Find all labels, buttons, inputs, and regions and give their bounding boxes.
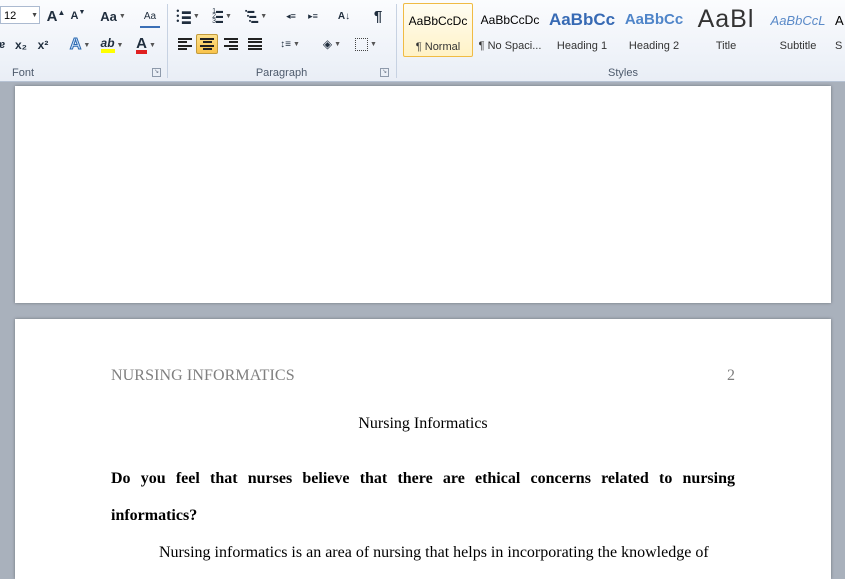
style-name: Heading 1 [556,40,608,52]
decrease-indent-icon: ◂≡ [286,10,296,21]
shrink-font-button[interactable]: A ▼ [68,6,88,26]
style-sample: AaBl [697,5,755,33]
highlight-button[interactable]: ab ▼ [97,35,127,55]
numbering-button[interactable]: 1▬ 2▬ 3▬ ▼ [208,6,236,26]
chevron-down-icon[interactable]: ▼ [31,7,38,25]
increase-indent-icon: ▸≡ [308,10,318,21]
page-number[interactable]: 2 [727,367,735,385]
pilcrow-icon: ¶ [373,7,383,25]
multilevel-list-icon: ▪▬ ▪▬ ▪▬ [244,7,259,25]
increase-indent-button[interactable]: ▸≡ [303,6,323,26]
numbered-list-icon: 1▬ 2▬ 3▬ [212,7,223,25]
grow-font-button[interactable]: A ▲ [46,6,66,26]
center-button[interactable] [196,34,218,54]
borders-button[interactable]: ▼ [352,34,380,54]
document-title[interactable]: Nursing Informatics [15,415,831,433]
font-group: 12 ▼ A ▲ A ▼ Aa ▼ Aa ɐ x₂ x² A ▼ ab ▼ A … [0,0,167,81]
style-sample: AaBbCcDc [480,13,540,27]
style-sample: AaBbCcL [770,13,826,28]
style-heading-1[interactable]: AaBbCc Heading 1 [547,3,617,57]
styles-group-label: Styles [608,67,638,79]
paragraph-group: • ▬ • ▬ • ▬ ▼ 1▬ 2▬ 3▬ ▼ ▪▬ ▪▬ ▪▬ ▼ ◂≡ ▸≡ A↓ ¶ [168,0,395,81]
document-page[interactable] [15,86,831,303]
document-page[interactable]: NURSING INFORMATICS 2 Nursing Informatic… [15,319,831,579]
style-name: ¶ No Spaci... [478,40,542,52]
shading-button[interactable]: ◈ ▼ [318,34,346,54]
shrink-font-icon: A [70,10,79,22]
dialog-launcher-icon[interactable]: ↘ [380,68,389,77]
strikethrough-icon: ɐ [0,39,6,51]
style-name: Title [715,40,737,52]
align-center-icon [200,38,214,50]
font-size-box[interactable]: 12 ▼ [0,6,40,24]
style-heading-2[interactable]: AaBbCc Heading 2 [619,3,689,57]
body-paragraph[interactable]: Nursing informatics is an area of nursin… [111,534,735,571]
question-heading[interactable]: Do you feel that nurses believe that the… [111,460,735,534]
subscript-icon: x₂ [14,38,27,52]
font-group-label: Font [12,67,35,79]
eraser-icon: Aa [143,10,157,22]
line-spacing-button[interactable]: ↕≡ ▼ [276,34,304,54]
style-more[interactable]: A S [835,3,845,57]
superscript-icon: x² [37,38,49,52]
change-case-icon: Aa [100,8,117,24]
bullets-button[interactable]: • ▬ • ▬ • ▬ ▼ [174,6,202,26]
line-spacing-icon: ↕≡ [280,38,291,50]
font-color-button[interactable]: A ▼ [131,35,161,55]
sort-button[interactable]: A↓ [334,6,354,26]
style-name: S [835,40,843,52]
style-normal[interactable]: AaBbCcDc ¶ Normal [403,3,473,57]
style-name: Subtitle [779,40,817,52]
borders-icon [355,37,369,51]
font-size-value: 12 [4,10,17,22]
style-title[interactable]: AaBl Title [691,3,761,57]
align-right-icon [224,38,238,50]
style-no-spacing[interactable]: AaBbCcDc ¶ No Spaci... [475,3,545,57]
bullet-list-icon: • ▬ • ▬ • ▬ [176,5,191,26]
highlighter-icon: ab [100,37,115,53]
paint-bucket-icon: ◈ [322,37,333,51]
sort-icon: A↓ [337,10,351,22]
text-effects-icon: A [69,36,82,54]
font-color-icon: A [136,34,147,54]
align-right-button[interactable] [220,34,242,54]
group-divider [396,4,397,78]
style-name: Heading 2 [628,40,680,52]
strikethrough-button[interactable]: ɐ [0,35,8,55]
clear-formatting-button[interactable]: Aa [140,6,160,28]
justify-icon [248,38,262,50]
style-subtitle[interactable]: AaBbCcL Subtitle [763,3,833,57]
ribbon: 12 ▼ A ▲ A ▼ Aa ▼ Aa ɐ x₂ x² A ▼ ab ▼ A … [0,0,845,82]
style-sample: AaBbCc [624,11,684,28]
grow-font-icon: A [46,7,58,25]
styles-gallery: AaBbCcDc ¶ Normal AaBbCcDc ¶ No Spaci...… [401,1,845,61]
change-case-button[interactable]: Aa ▼ [98,6,128,26]
align-left-icon [178,38,192,50]
justify-button[interactable] [244,34,266,54]
running-header[interactable]: NURSING INFORMATICS [111,367,295,385]
decrease-indent-button[interactable]: ◂≡ [281,6,301,26]
style-name: ¶ Normal [415,41,461,53]
show-marks-button[interactable]: ¶ [368,6,388,26]
style-sample: A [835,13,844,28]
multilevel-list-button[interactable]: ▪▬ ▪▬ ▪▬ ▼ [242,6,270,26]
superscript-button[interactable]: x² [34,35,52,55]
text-effects-button[interactable]: A ▼ [66,35,94,55]
dialog-launcher-icon[interactable]: ↘ [152,68,161,77]
style-sample: AaBbCc [548,10,616,29]
style-sample: AaBbCcDc [408,14,468,28]
paragraph-group-label: Paragraph [255,67,308,79]
subscript-button[interactable]: x₂ [12,35,30,55]
align-left-button[interactable] [174,34,196,54]
